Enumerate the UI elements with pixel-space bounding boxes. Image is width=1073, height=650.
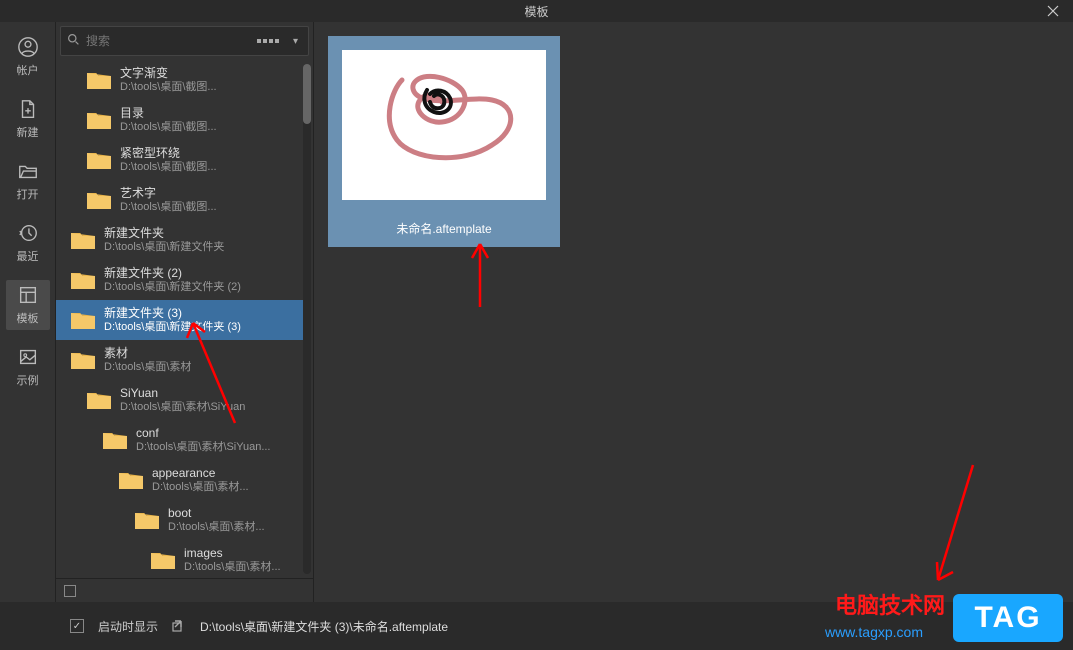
window-title: 模板: [524, 3, 548, 20]
folder-node[interactable]: 新建文件夹 (2)D:\tools\桌面\新建文件夹 (2): [56, 260, 303, 300]
template-thumbnail[interactable]: 未命名.aftemplate: [328, 36, 560, 247]
folder-path: D:\tools\桌面\截图...: [120, 121, 217, 135]
view-dropdown[interactable]: ▾: [289, 36, 302, 47]
rail-item-user[interactable]: 帐户: [6, 32, 50, 82]
rail-item-recent[interactable]: 最近: [6, 218, 50, 268]
rail-label: 最近: [17, 248, 39, 264]
folder-title: 新建文件夹 (3): [104, 306, 241, 321]
folder-node[interactable]: 新建文件夹 (3)D:\tools\桌面\新建文件夹 (3): [56, 300, 303, 340]
folder-title: appearance: [152, 466, 249, 481]
folder-title: images: [184, 546, 281, 561]
folder-icon: [86, 109, 112, 131]
folder-icon: [70, 349, 96, 371]
watermark-tag: TAG: [953, 594, 1063, 642]
folder-title: boot: [168, 506, 265, 521]
folder-node[interactable]: imagesD:\tools\桌面\素材...: [56, 540, 303, 578]
folder-icon: [70, 269, 96, 291]
folder-node[interactable]: SiYuanD:\tools\桌面\素材\SiYuan: [56, 380, 303, 420]
search-input[interactable]: [86, 34, 247, 48]
open-icon: [17, 160, 39, 182]
search-icon: [67, 33, 80, 49]
folder-node[interactable]: 紧密型环绕D:\tools\桌面\截图...: [56, 140, 303, 180]
folder-path: D:\tools\桌面\素材\SiYuan: [120, 401, 245, 415]
expand-icon[interactable]: [64, 585, 76, 597]
folder-tree: 文字渐变D:\tools\桌面\截图...目录D:\tools\桌面\截图...…: [56, 60, 313, 578]
template-icon: [17, 284, 39, 306]
folder-title: 素材: [104, 346, 191, 361]
close-icon: [1047, 5, 1059, 17]
content-area: 未命名.aftemplate: [314, 22, 1073, 602]
folder-icon: [70, 309, 96, 331]
startup-label: 启动时显示: [98, 618, 158, 635]
folder-title: 目录: [120, 106, 217, 121]
image-icon: [17, 346, 39, 368]
rail-label: 示例: [17, 372, 39, 388]
folder-path: D:\tools\桌面\截图...: [120, 81, 217, 95]
folder-path: D:\tools\桌面\素材...: [152, 481, 249, 495]
folder-node[interactable]: confD:\tools\桌面\素材\SiYuan...: [56, 420, 303, 460]
folder-path: D:\tools\桌面\新建文件夹 (3): [104, 321, 241, 335]
folder-path: D:\tools\桌面\素材\SiYuan...: [136, 441, 271, 455]
folder-path: D:\tools\桌面\截图...: [120, 161, 217, 175]
folder-icon: [86, 189, 112, 211]
folder-title: 艺术字: [120, 186, 217, 201]
rail-label: 打开: [17, 186, 39, 202]
search-bar: ▾: [60, 26, 309, 56]
folder-node[interactable]: bootD:\tools\桌面\素材...: [56, 500, 303, 540]
recent-icon: [17, 222, 39, 244]
open-external-icon[interactable]: [172, 618, 186, 635]
rail-item-image[interactable]: 示例: [6, 342, 50, 392]
folder-node[interactable]: appearanceD:\tools\桌面\素材...: [56, 460, 303, 500]
folder-path: D:\tools\桌面\新建文件夹 (2): [104, 281, 241, 295]
thumbnail-caption: 未命名.aftemplate: [396, 220, 491, 237]
user-icon: [17, 36, 39, 58]
thumbnail-image: [342, 50, 546, 200]
folder-icon: [118, 469, 144, 491]
footer-path: D:\tools\桌面\新建文件夹 (3)\未命名.aftemplate: [200, 618, 448, 635]
folder-icon: [134, 509, 160, 531]
tree-panel: ▾ 文字渐变D:\tools\桌面\截图...目录D:\tools\桌面\截图.…: [56, 22, 314, 602]
rail-item-template[interactable]: 模板: [6, 280, 50, 330]
rail-label: 模板: [17, 310, 39, 326]
folder-title: conf: [136, 426, 271, 441]
startup-checkbox[interactable]: ✓: [70, 619, 84, 633]
folder-path: D:\tools\桌面\素材...: [184, 561, 281, 575]
folder-title: SiYuan: [120, 386, 245, 401]
folder-icon: [86, 389, 112, 411]
view-grid-icon[interactable]: [253, 39, 283, 43]
watermark-url: www.tagxp.com: [825, 624, 923, 640]
folder-icon: [102, 429, 128, 451]
rail-label: 新建: [17, 124, 39, 140]
folder-title: 文字渐变: [120, 66, 217, 81]
folder-node[interactable]: 艺术字D:\tools\桌面\截图...: [56, 180, 303, 220]
folder-icon: [86, 69, 112, 91]
rail-item-new[interactable]: 新建: [6, 94, 50, 144]
folder-icon: [70, 229, 96, 251]
rail-item-open[interactable]: 打开: [6, 156, 50, 206]
folder-title: 新建文件夹: [104, 226, 224, 241]
folder-title: 紧密型环绕: [120, 146, 217, 161]
rail-label: 帐户: [17, 62, 39, 78]
folder-node[interactable]: 新建文件夹D:\tools\桌面\新建文件夹: [56, 220, 303, 260]
new-icon: [17, 98, 39, 120]
close-button[interactable]: [1033, 0, 1073, 22]
folder-title: 新建文件夹 (2): [104, 266, 241, 281]
folder-path: D:\tools\桌面\素材: [104, 361, 191, 375]
folder-icon: [86, 149, 112, 171]
scrollbar-thumb[interactable]: [303, 64, 311, 124]
folder-node[interactable]: 文字渐变D:\tools\桌面\截图...: [56, 60, 303, 100]
folder-icon: [150, 549, 176, 571]
folder-path: D:\tools\桌面\素材...: [168, 521, 265, 535]
folder-path: D:\tools\桌面\截图...: [120, 201, 217, 215]
scrollbar-track[interactable]: [303, 64, 311, 574]
folder-node[interactable]: 目录D:\tools\桌面\截图...: [56, 100, 303, 140]
tree-footer: [56, 578, 313, 602]
folder-path: D:\tools\桌面\新建文件夹: [104, 241, 224, 255]
nav-rail: 帐户新建打开最近模板示例: [0, 22, 56, 602]
watermark-text: 电脑技术网: [835, 588, 945, 620]
folder-node[interactable]: 素材D:\tools\桌面\素材: [56, 340, 303, 380]
